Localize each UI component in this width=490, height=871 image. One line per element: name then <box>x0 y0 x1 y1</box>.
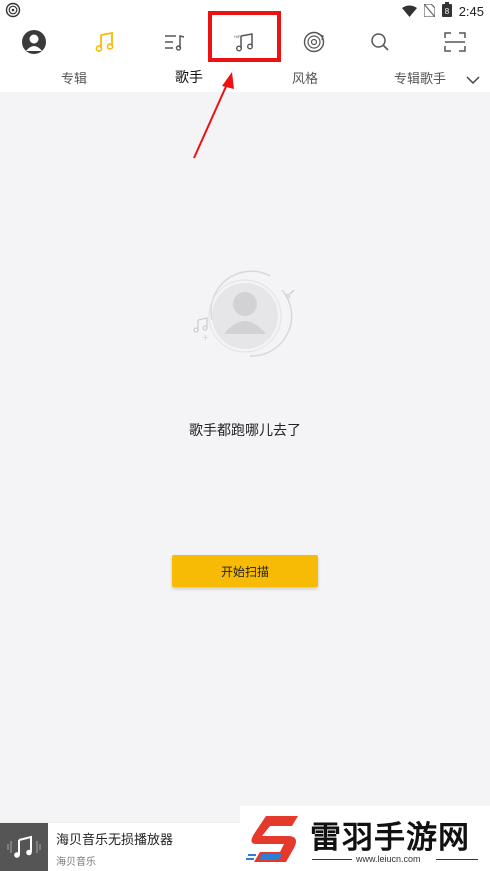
chevron-down-icon[interactable] <box>466 70 480 89</box>
scan-icon[interactable] <box>438 26 472 58</box>
svg-text:+: + <box>202 333 209 342</box>
empty-artist-illustration: + <box>190 268 300 358</box>
player-track-title: 海贝音乐无损播放器 <box>56 833 174 848</box>
wifi-icon <box>401 2 417 21</box>
tab-artist[interactable]: 歌手 <box>175 67 203 87</box>
album-cover[interactable] <box>0 823 48 871</box>
battery-icon: 8 <box>441 1 452 21</box>
disc-icon[interactable] <box>297 26 331 58</box>
battery-level: 8 <box>444 7 449 16</box>
status-bar: 8 2:45 <box>0 0 490 22</box>
music-note-icon[interactable] <box>88 26 122 58</box>
artist-music-icon[interactable]: HiFi <box>227 26 261 58</box>
watermark: 雷羽手游网 www.leiucn.com <box>240 806 490 871</box>
tab-album[interactable]: 专辑 <box>61 68 87 87</box>
sub-tabs: 专辑 歌手 风格 专辑歌手 <box>0 62 490 92</box>
player-track-subtitle: 海贝音乐 <box>56 857 96 868</box>
notification-app-icon <box>5 2 21 22</box>
search-icon[interactable] <box>363 26 397 58</box>
svg-text:HiFi: HiFi <box>234 34 241 39</box>
tab-album-artist[interactable]: 专辑歌手 <box>394 68 446 87</box>
watermark-logo <box>246 816 298 862</box>
watermark-url: www.leiucn.com <box>356 854 421 864</box>
no-sim-icon <box>423 2 436 21</box>
empty-state-message: 歌手都跑哪儿去了 <box>189 423 301 439</box>
watermark-name: 雷羽手游网 <box>310 820 470 856</box>
watermark-divider <box>436 859 478 860</box>
watermark-divider <box>312 859 352 860</box>
tab-genre[interactable]: 风格 <box>292 68 318 87</box>
top-nav: HiFi <box>0 22 490 62</box>
playlist-icon[interactable] <box>158 26 192 58</box>
start-scan-button[interactable]: 开始扫描 <box>172 555 318 587</box>
status-time: 2:45 <box>458 3 484 19</box>
avatar-icon[interactable] <box>17 26 51 58</box>
